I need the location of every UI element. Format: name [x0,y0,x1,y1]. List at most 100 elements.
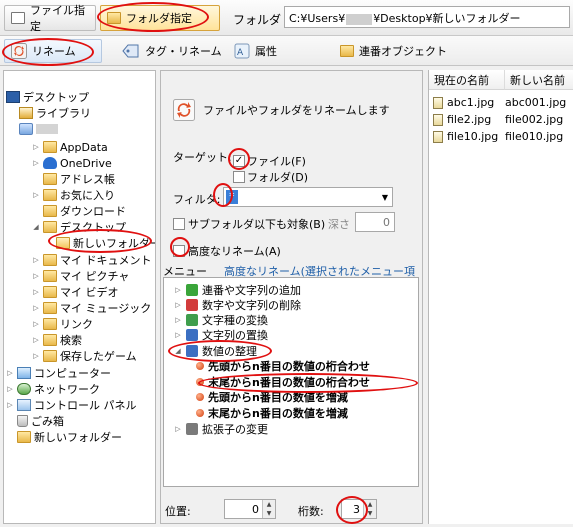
target-file-checkbox[interactable]: ✓ ファイル(F) [233,153,306,169]
menu-item[interactable]: ▷ 連番や文字列の追加 [174,282,301,297]
tree-expand-icon[interactable]: ▷ [32,288,40,296]
tree-item[interactable]: ▷ マイ ピクチャ [32,268,129,284]
image-file-icon [433,96,443,109]
table-row[interactable]: abc1.jpg abc001.jpg [429,94,566,111]
subfolder-checkbox[interactable]: サブフォルダ以下も対象(B) [173,216,325,232]
tree-item[interactable]: 新しいフォルダー [6,429,122,445]
file-mode-button[interactable]: ファイル指定 [4,4,96,33]
tree-expand-icon[interactable]: ▷ [32,304,40,312]
tree-item[interactable]: ▷ マイ ビデオ [32,284,119,300]
tree-item-label: マイ ミュージック [60,302,152,315]
tree-item[interactable]: ▷ お気に入り [32,187,115,203]
tree-expand-icon[interactable]: ▷ [32,352,40,360]
tree-item[interactable]: デスクトップ [6,89,89,105]
tree-expand-icon[interactable]: ▷ [32,256,40,264]
tree-expand-icon[interactable]: ▷ [174,316,182,324]
advanced-rename-checkbox[interactable]: 高度なリネーム(A) [173,243,281,259]
table-row[interactable]: file10.jpg file010.jpg [429,128,563,145]
tree-item[interactable]: ▷ リンク [32,316,93,332]
folder-icon [43,350,57,362]
folder-icon [43,221,57,233]
menu-item[interactable]: ▷ 文字列の置換 [174,327,268,342]
table-row[interactable]: file2.jpg file002.jpg [429,111,563,128]
tree-item[interactable]: ▷ AppData [32,139,108,155]
tree-expand-icon[interactable]: ▷ [6,369,14,377]
tree-item[interactable]: ▷ コントロール パネル [6,397,137,413]
folder-mode-button[interactable]: フォルダ指定 [100,5,220,31]
current-name-cell: file2.jpg [447,113,492,126]
position-spinner[interactable]: 0 ▲ ▼ [224,499,276,519]
tree-expand-icon[interactable]: ▷ [32,320,40,328]
folder-icon [43,302,57,314]
attributes-tab[interactable]: A 属性 [228,39,283,63]
menu-subitem[interactable]: 先頭からn番目の数値を増減 [196,389,348,404]
unchecked-box [233,171,245,183]
tree-item-label: コンピューター [34,367,111,380]
tree-item[interactable]: ▷ マイ ドキュメント [32,252,152,268]
menu-subitem[interactable]: 末尾からn番目の数値を増減 [196,405,348,420]
folder-path-field[interactable]: C:¥Users¥ ¥Desktop¥新しいフォルダー [284,6,570,28]
tree-expand-icon[interactable]: ▷ [6,385,14,393]
menu-item[interactable]: ▷ 拡張子の変更 [174,421,268,436]
tree-expand-icon[interactable]: ▷ [174,301,182,309]
spin-down-icon[interactable]: ▼ [262,509,275,518]
tree-item[interactable]: ▷ 検索 [32,332,82,348]
new-name-cell: file010.jpg [505,130,564,143]
column-header-current[interactable]: 現在の名前 [429,70,505,90]
folder-icon [43,189,57,201]
tree-expand-icon[interactable]: ▷ [174,286,182,294]
file-list[interactable]: 現在の名前 新しい名前 abc1.jpg abc001.jpg file2.jpg f… [428,70,573,524]
tree-expand-icon[interactable]: ▷ [6,401,14,409]
tree-item[interactable] [19,121,58,137]
mode-bar: ファイル指定 フォルダ指定 フォルダ C:¥Users¥ ¥Desktop¥新しい… [0,0,573,36]
folder-tree[interactable]: デスクトップ ライブラリ ▷ AppData ▷ OneDrive アドレス帳 ▷ お気に入りダ… [3,70,156,524]
tree-expand-icon[interactable]: ▷ [32,159,40,167]
sequential-object-tab[interactable]: 連番オブジェクト [334,39,453,63]
menu-subitem[interactable]: 末尾からn番目の数値の桁合わせ [196,374,370,389]
filter-combobox[interactable]: * ▼ [223,187,393,207]
tree-item[interactable]: ▷ OneDrive [32,155,111,171]
tree-item[interactable]: ▷ 保存したゲーム [32,348,137,364]
menu-tree[interactable]: ▷ 連番や文字列の追加 ▷ 数字や文字列の削除 ▷ 文字種の変換 ▷ 文字列の置換 ◢ 数値の整理… [163,277,419,487]
rename-tab[interactable]: リネーム [4,39,102,63]
tree-collapse-icon[interactable]: ◢ [32,223,40,231]
library-icon [19,107,33,119]
tree-item-label: ダウンロード [60,205,126,218]
digits-spinner[interactable]: 3 ▲ ▼ [341,499,377,519]
spin-up-icon[interactable]: ▲ [262,500,275,509]
tree-item-label: AppData [60,140,108,154]
folder-icon [43,141,57,153]
tree-expand-icon[interactable]: ▷ [32,272,40,280]
control-panel-icon [17,399,31,411]
bullet-icon [196,392,204,401]
column-header-new[interactable]: 新しい名前 [505,70,573,90]
spin-down-icon[interactable]: ▼ [363,509,376,518]
tag-rename-tab[interactable]: タグ・リネーム [116,39,228,63]
target-folder-checkbox[interactable]: フォルダ(D) [233,169,308,185]
tree-item[interactable]: ダウンロード [32,203,126,219]
menu-item[interactable]: ▷ 文字種の変換 [174,312,268,327]
menu-item[interactable]: ▷ 数字や文字列の削除 [174,297,301,312]
tree-item[interactable]: ◢ デスクトップ [32,219,126,235]
tree-item[interactable]: ▷ マイ ミュージック [32,300,151,316]
depth-field[interactable]: 0 [355,212,395,232]
tree-item[interactable]: ごみ箱 [6,413,64,429]
tree-expand-icon[interactable]: ▷ [32,336,40,344]
tree-collapse-icon[interactable]: ◢ [174,347,182,355]
tree-item[interactable]: アドレス帳 [32,171,115,187]
menu-subitem[interactable]: 先頭からn番目の数値の桁合わせ [196,358,370,373]
filter-label: フィルタ: [173,193,221,206]
tree-expand-icon[interactable]: ▷ [32,143,40,151]
tree-expand-icon[interactable]: ▷ [32,191,40,199]
tree-item[interactable]: 新しいフォルダー [45,235,155,251]
tree-item[interactable]: ▷ ネットワーク [6,381,100,397]
file-mode-label: ファイル指定 [30,4,85,33]
spin-up-icon[interactable]: ▲ [363,500,376,509]
tree-item-label: デスクトップ [23,91,89,104]
target-folder-label: フォルダ(D) [247,171,309,184]
menu-item[interactable]: ◢ 数値の整理 [174,343,257,358]
tree-expand-icon[interactable]: ▷ [174,425,182,433]
tree-item[interactable]: ▷ コンピューター [6,365,111,381]
tree-expand-icon[interactable]: ▷ [174,331,182,339]
tree-item[interactable]: ライブラリ [19,105,91,121]
